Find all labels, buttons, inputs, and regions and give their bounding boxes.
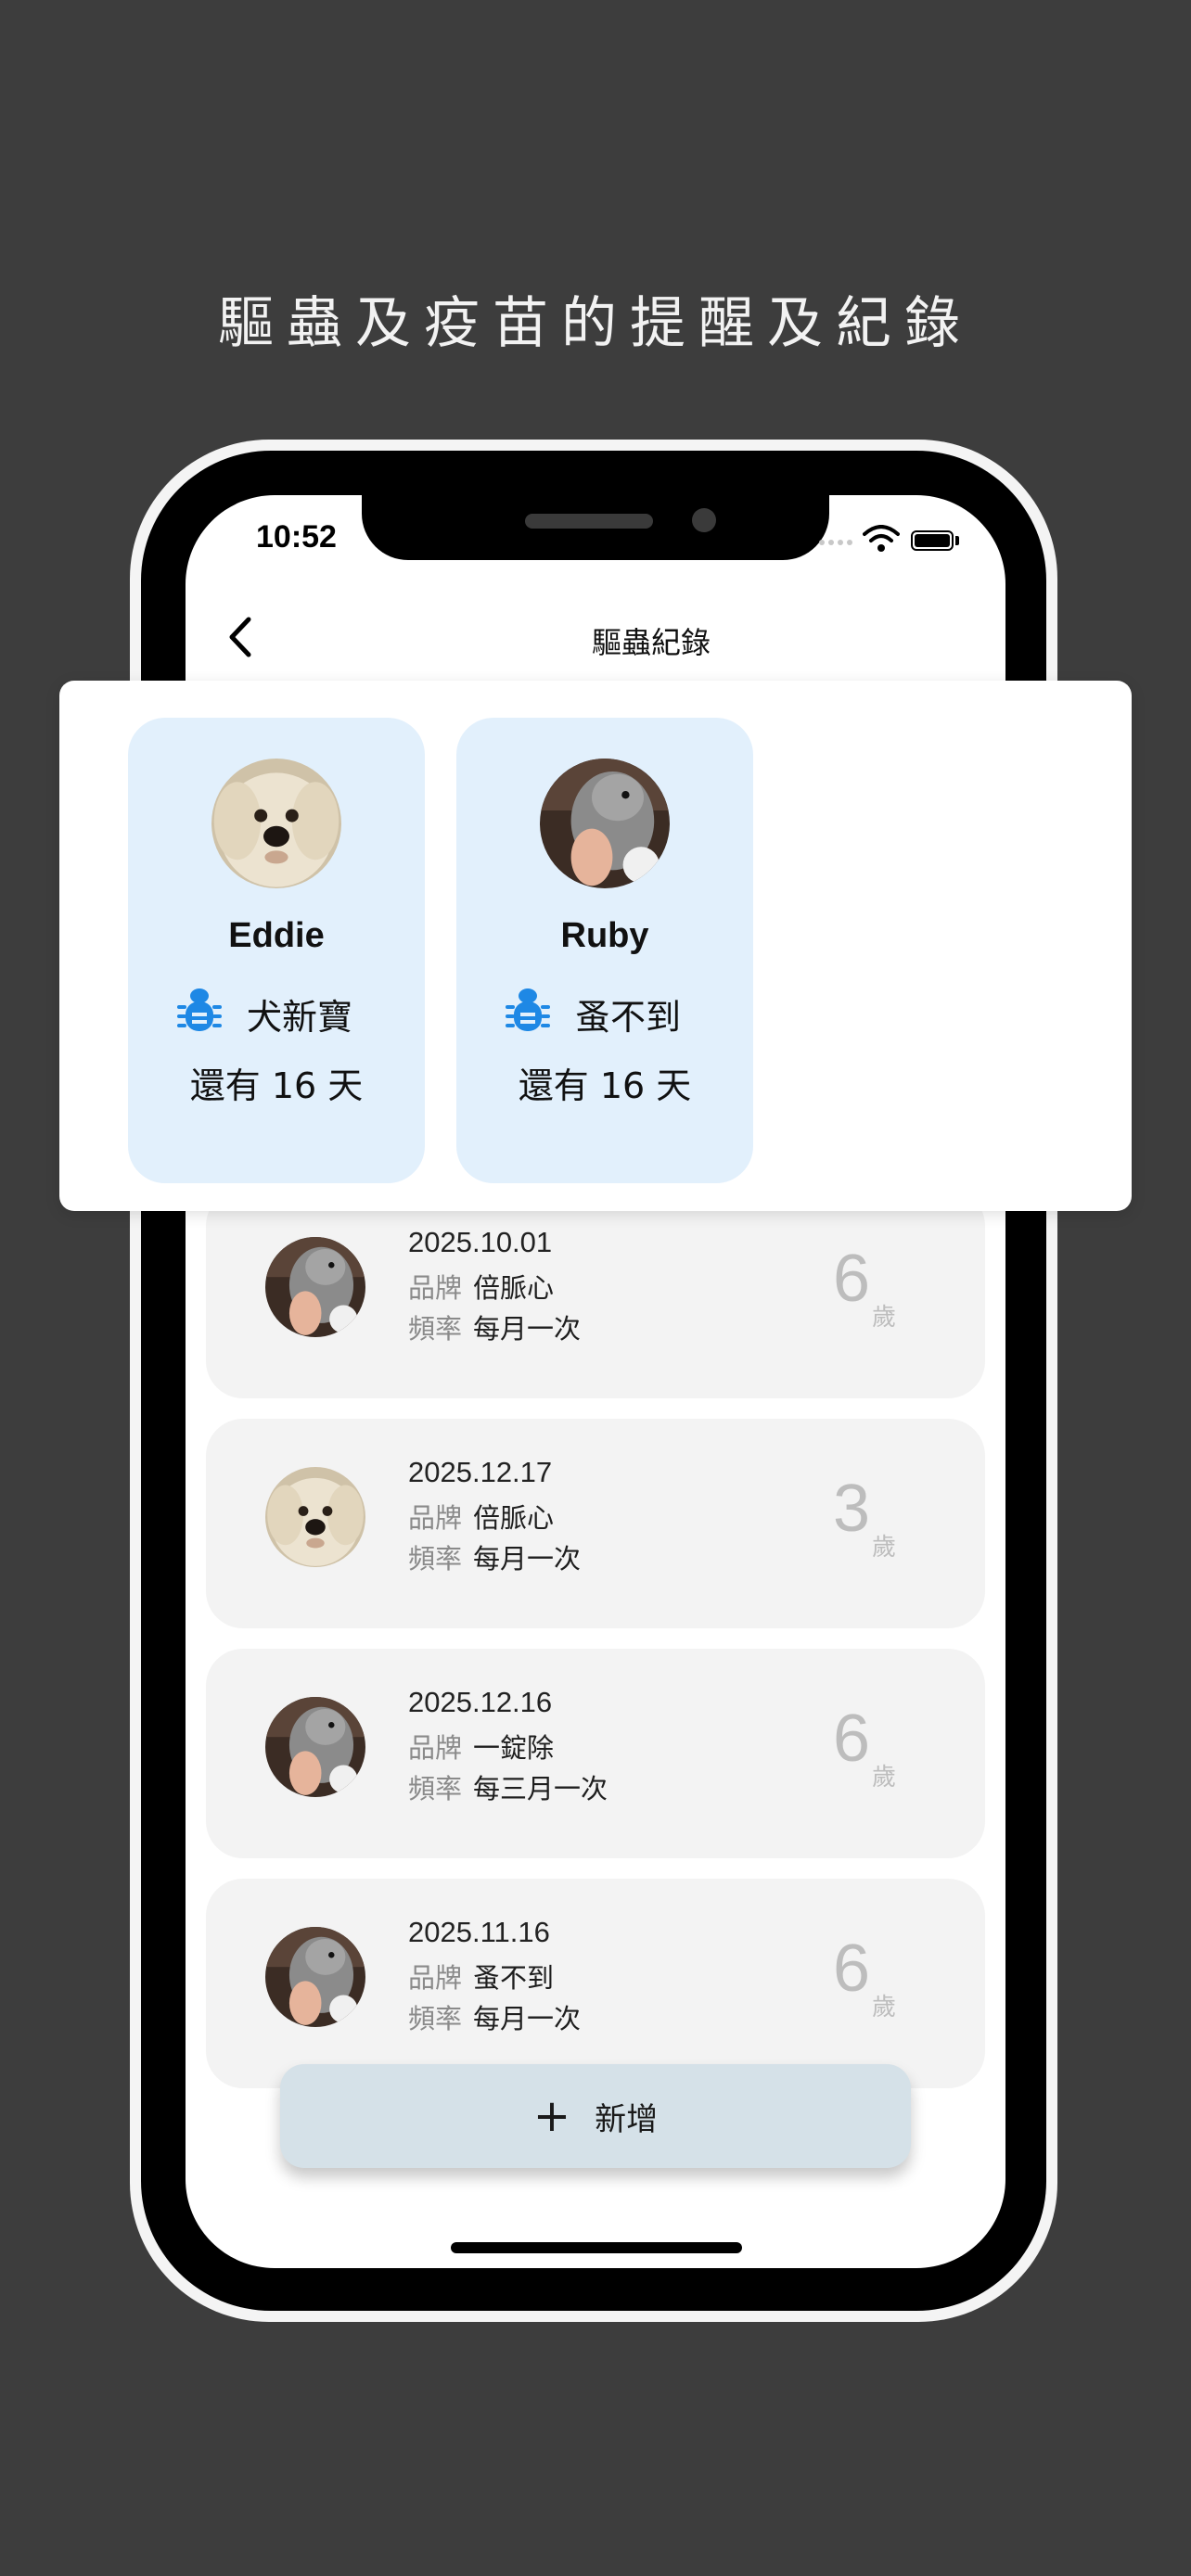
record-date: 2025.12.17 <box>408 1456 553 1488</box>
nav-title: 驅蟲紀錄 <box>591 625 711 660</box>
brand-label: 品牌 <box>408 1272 463 1304</box>
days-remaining: 還有 16 天 <box>518 1065 692 1106</box>
pet-age: 6 <box>833 1242 871 1316</box>
record-item[interactable]: 2025.12.17 品牌 倍脈心 頻率 每月一次 3 歲 <box>206 1419 985 1628</box>
deworm-product: 犬新寶 <box>247 997 353 1038</box>
frequency-row: 頻率 每月一次 <box>408 1537 581 1576</box>
age-unit: 歲 <box>872 1304 897 1332</box>
brand-value: 倍脈心 <box>473 1502 555 1534</box>
frequency-row: 頻率 每月一次 <box>408 1997 581 2036</box>
brand-row: 品牌 一錠除 <box>408 1727 554 1766</box>
frequency-label: 頻率 <box>408 2003 463 2034</box>
battery-icon <box>911 530 954 551</box>
frequency-value: 每月一次 <box>473 1543 582 1575</box>
age-unit: 歲 <box>872 1994 897 2021</box>
record-item[interactable]: 2025.11.16 品牌 蚤不到 頻率 每月一次 6 歲 <box>206 1879 985 2088</box>
speaker-grille <box>525 514 653 529</box>
pet-avatar <box>265 1697 365 1797</box>
frequency-value: 每月一次 <box>473 2003 582 2034</box>
pet-age: 6 <box>833 1702 871 1776</box>
pet-avatar <box>211 759 341 888</box>
frequency-row: 頻率 每三月一次 <box>408 1767 608 1806</box>
marketing-headline: 驅蟲及疫苗的提醒及紀錄 <box>218 291 973 356</box>
bug-icon <box>176 987 223 1037</box>
frequency-label: 頻率 <box>408 1773 463 1804</box>
frequency-value: 每三月一次 <box>473 1773 608 1804</box>
pet-avatar <box>265 1467 365 1567</box>
age-unit: 歲 <box>872 1534 897 1562</box>
pet-card-ruby[interactable]: Ruby 蚤不到 還有 16 天 <box>456 718 753 1183</box>
signal-icon <box>819 540 852 545</box>
deworm-product: 蚤不到 <box>575 997 682 1038</box>
pet-name: Eddie <box>228 916 325 955</box>
brand-label: 品牌 <box>408 1502 463 1534</box>
frequency-value: 每月一次 <box>473 1313 582 1345</box>
record-date: 2025.11.16 <box>408 1916 550 1948</box>
frequency-label: 頻率 <box>408 1313 463 1345</box>
pet-card-eddie[interactable]: Eddie 犬新寶 還有 16 天 <box>128 718 425 1183</box>
pet-name: Ruby <box>560 916 649 955</box>
add-button-label: 新增 <box>595 2100 659 2138</box>
pet-avatar <box>265 1927 365 2027</box>
age-unit: 歲 <box>872 1764 897 1792</box>
wifi-icon <box>863 525 900 552</box>
brand-label: 品牌 <box>408 1732 463 1764</box>
front-camera <box>692 508 716 532</box>
record-item[interactable]: 2025.12.16 品牌 一錠除 頻率 每三月一次 6 歲 <box>206 1649 985 1858</box>
bug-icon <box>505 987 551 1037</box>
brand-row: 品牌 倍脈心 <box>408 1267 554 1306</box>
pet-avatar <box>540 759 670 888</box>
frequency-row: 頻率 每月一次 <box>408 1307 581 1346</box>
battery-tip <box>955 536 959 545</box>
record-date: 2025.10.01 <box>408 1226 553 1258</box>
brand-label: 品牌 <box>408 1962 463 1994</box>
home-indicator <box>451 2242 742 2253</box>
brand-value: 一錠除 <box>473 1732 555 1764</box>
brand-row: 品牌 蚤不到 <box>408 1957 554 1996</box>
record-item[interactable]: 2025.10.01 品牌 倍脈心 頻率 每月一次 6 歲 <box>206 1189 985 1398</box>
plus-icon: + <box>532 2090 571 2142</box>
add-record-button[interactable]: + 新增 <box>280 2064 911 2168</box>
brand-row: 品牌 倍脈心 <box>408 1497 554 1536</box>
pet-avatar <box>265 1237 365 1337</box>
days-remaining: 還有 16 天 <box>189 1065 364 1106</box>
brand-value: 蚤不到 <box>473 1962 555 1994</box>
brand-value: 倍脈心 <box>473 1272 555 1304</box>
frequency-label: 頻率 <box>408 1543 463 1575</box>
status-time: 10:52 <box>256 519 337 555</box>
pet-age: 6 <box>833 1932 871 2006</box>
pet-age: 3 <box>833 1472 871 1546</box>
record-date: 2025.12.16 <box>408 1686 553 1718</box>
